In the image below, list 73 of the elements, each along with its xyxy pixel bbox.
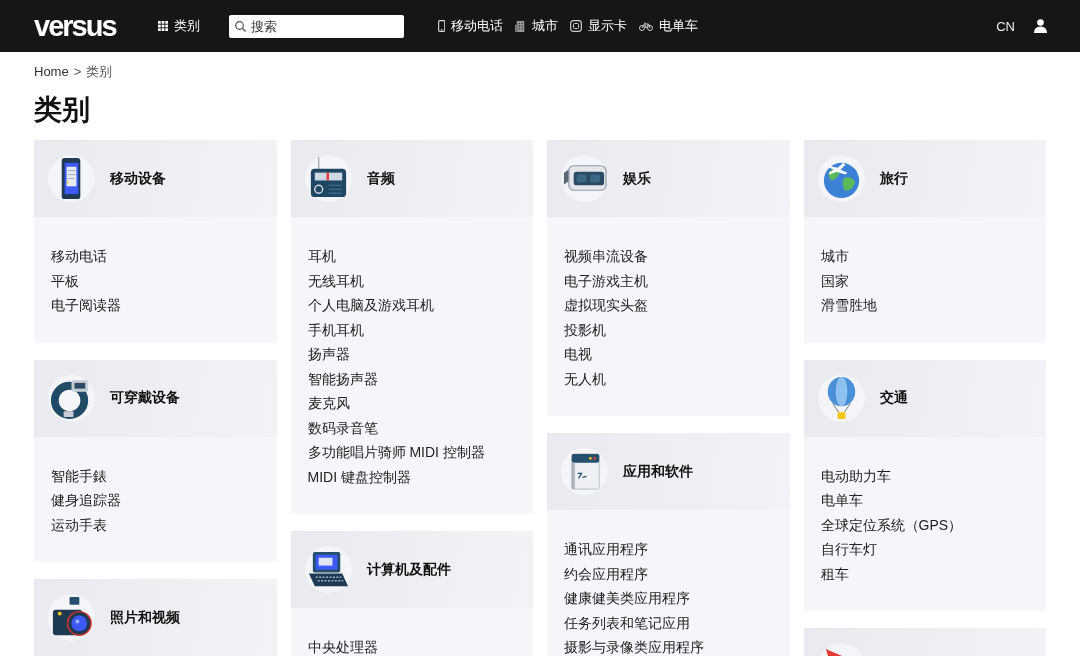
search-icon [234, 20, 246, 32]
category-link[interactable]: 扬声器 [307, 342, 350, 367]
category-link[interactable]: 智能扬声器 [307, 366, 378, 391]
category-title[interactable]: 可穿戴设备 [110, 389, 180, 407]
category-link[interactable]: 移动电话 [51, 244, 107, 269]
phone-icon [437, 20, 445, 32]
category-link[interactable]: 滑雪胜地 [820, 293, 877, 318]
building-icon [514, 20, 526, 32]
category-link[interactable]: 无线耳机 [307, 268, 364, 293]
nav-link[interactable]: 显示卡 [569, 17, 627, 35]
category-link[interactable]: 国家 [820, 268, 849, 293]
category-link[interactable]: 平板 [51, 268, 79, 293]
bicycle-icon [638, 21, 653, 31]
chip-icon [569, 20, 582, 32]
user-icon[interactable] [1034, 19, 1047, 33]
breadcrumb-separator: > [73, 64, 82, 80]
category-link[interactable]: 视频串流设备 [564, 244, 648, 269]
category-link[interactable]: 健身追踪器 [51, 488, 121, 513]
category-link[interactable]: 投影机 [564, 317, 606, 342]
nav-link[interactable]: 电单车 [638, 17, 698, 35]
category-link[interactable]: 麦克风 [307, 391, 350, 416]
category-title[interactable]: 娱乐 [623, 169, 651, 188]
category-link[interactable]: 电子游戏主机 [564, 268, 648, 293]
nav-link[interactable]: 移动电话 [437, 17, 503, 35]
grid-icon [157, 21, 168, 31]
category-link[interactable]: MIDI 键盘控制器 [307, 464, 411, 489]
category-link[interactable]: 健康健美类应用程序 [564, 586, 690, 611]
category-link[interactable]: 中央处理器 [307, 635, 378, 656]
category-title[interactable]: 照片和视频 [110, 608, 180, 627]
category-title[interactable]: 音频 [366, 169, 395, 188]
category-link[interactable]: 数码录音笔 [307, 415, 378, 440]
categories-button[interactable]: 类别 [157, 17, 200, 35]
category-link[interactable]: 电动助力车 [820, 463, 891, 488]
category-title[interactable]: 应用和软件 [623, 462, 693, 481]
category-link[interactable]: 耳机 [307, 244, 336, 269]
category-link[interactable]: 虚拟现实头盔 [564, 293, 648, 318]
category-title[interactable]: 计算机及配件 [366, 560, 451, 579]
category-link[interactable]: 通讯应用程序 [564, 537, 648, 562]
category-link[interactable]: 电视 [564, 342, 592, 367]
radio-icon [304, 155, 352, 202]
breadcrumb-current: 类别 [86, 64, 113, 80]
category-link[interactable]: 智能手錶 [51, 463, 107, 488]
laptop-icon [304, 546, 352, 593]
category-link[interactable]: 任务列表和笔记应用 [564, 610, 690, 635]
language-selector[interactable]: CN [996, 18, 1015, 34]
app-window-icon [561, 448, 608, 495]
nav-link[interactable]: 城市 [514, 17, 558, 35]
category-link[interactable]: 个人电脑及游戏耳机 [307, 293, 434, 318]
category-link[interactable]: 摄影与录像类应用程序 [564, 635, 704, 656]
hot-air-balloon-icon [817, 374, 865, 422]
camera-icon [48, 594, 95, 641]
category-link[interactable]: 城市 [820, 244, 849, 269]
category-link[interactable]: 自行车灯 [820, 537, 877, 562]
category-link[interactable]: 手机耳机 [307, 317, 364, 342]
category-title[interactable]: 移动设备 [110, 169, 166, 188]
smartwatch-icon [48, 374, 95, 422]
category-title[interactable]: 旅行 [879, 169, 908, 188]
page-title: 类别 [34, 94, 90, 126]
category-link[interactable]: 无人机 [564, 366, 606, 391]
globe-icon [817, 155, 865, 202]
category-link[interactable]: 电子阅读器 [51, 293, 121, 318]
category-title[interactable]: 交通 [879, 389, 908, 407]
category-link[interactable]: 约会应用程序 [564, 561, 648, 586]
category-link[interactable]: 全球定位系统（GPS） [820, 512, 963, 537]
search-field[interactable]: 搜索 [228, 14, 404, 38]
category-link[interactable]: 租车 [820, 561, 849, 586]
smartphone-icon [48, 155, 95, 202]
category-link[interactable]: 电单车 [820, 488, 863, 513]
category-link[interactable]: 多功能唱片骑师 MIDI 控制器 [307, 440, 485, 465]
site-logo[interactable]: versus [34, 11, 116, 41]
category-link[interactable]: 运动手表 [51, 512, 107, 537]
breadcrumb-link[interactable]: Home [34, 64, 69, 80]
vr-headset-icon [561, 155, 608, 202]
